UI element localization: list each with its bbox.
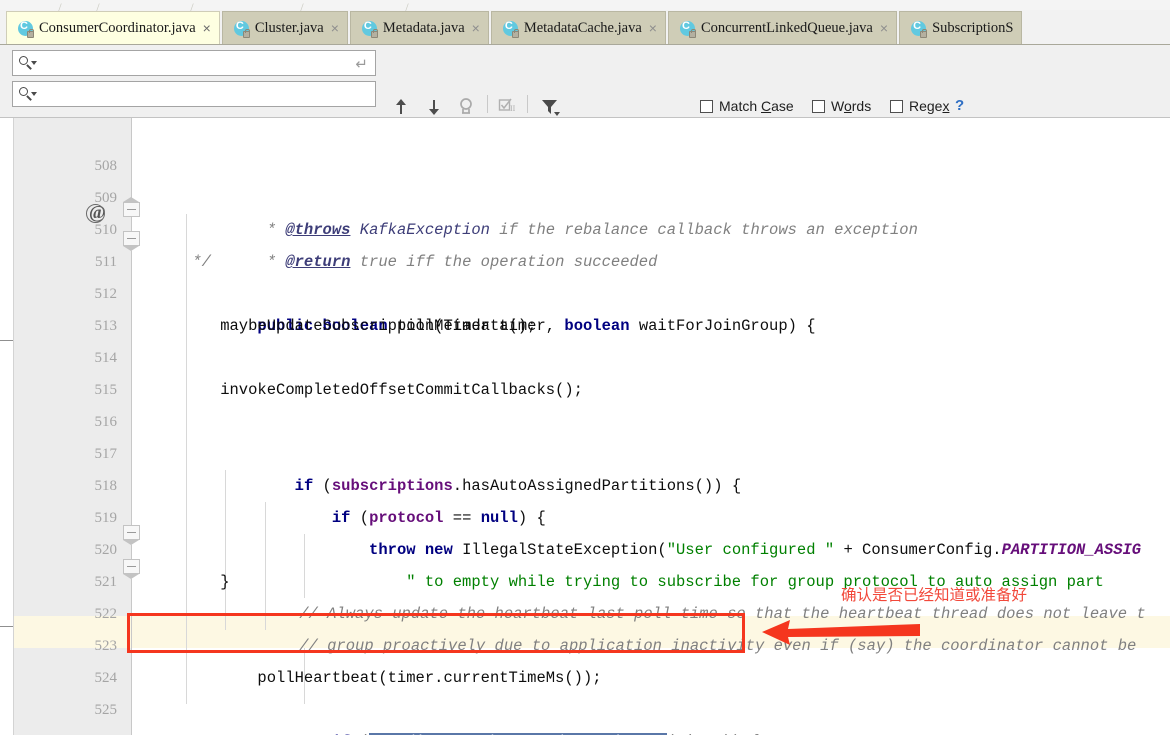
tab-metadata-java[interactable]: C Metadata.java × bbox=[349, 11, 489, 44]
close-icon[interactable]: × bbox=[649, 21, 657, 35]
find-next-button[interactable] bbox=[421, 94, 447, 120]
code-line-519[interactable]: 519 " to empty while trying to subscribe… bbox=[0, 470, 1170, 591]
code-line-511[interactable]: 511 public boolean poll(Timer timer, boo… bbox=[0, 214, 1170, 335]
words-label: Words bbox=[831, 98, 872, 114]
code-line-520[interactable]: 520 } bbox=[0, 502, 1170, 591]
tab-concurrentlinkedqueue-java[interactable]: C ConcurrentLinkedQueue.java × bbox=[667, 11, 898, 44]
close-icon[interactable]: × bbox=[331, 21, 339, 35]
match-case-label: Match Case bbox=[719, 98, 794, 114]
replace-input[interactable] bbox=[39, 86, 375, 102]
magnifier-select-all-icon bbox=[460, 98, 472, 114]
panel-divider bbox=[0, 44, 1170, 45]
regex-checkbox[interactable]: Regex bbox=[890, 98, 949, 114]
tab-label: MetadataCache.java bbox=[523, 19, 642, 36]
tab-label: ConsumerCoordinator.java bbox=[39, 19, 196, 36]
close-icon[interactable]: × bbox=[880, 21, 888, 35]
filter-icon bbox=[542, 100, 560, 116]
toolbar-separator bbox=[527, 95, 528, 113]
enter-return-icon[interactable]: ↵ bbox=[355, 55, 368, 73]
close-icon[interactable]: × bbox=[472, 21, 480, 35]
checkbox-icon[interactable] bbox=[812, 99, 825, 113]
checkbox-icon[interactable] bbox=[700, 99, 713, 113]
code-line-521[interactable]: 521 // Always update the heartbeat last … bbox=[0, 534, 1170, 623]
code-editor[interactable]: @ 508 * @throws KafkaException if the re… bbox=[0, 118, 1170, 735]
tab-label: ConcurrentLinkedQueue.java bbox=[700, 19, 873, 36]
arrow-up-icon bbox=[395, 98, 407, 116]
tab-bar-top-strip bbox=[0, 0, 1170, 10]
find-previous-button[interactable] bbox=[388, 94, 414, 120]
svg-text:II: II bbox=[510, 104, 516, 113]
code-line-526[interactable]: 526 } bbox=[0, 694, 1170, 735]
java-class-icon: C bbox=[679, 20, 696, 38]
java-class-icon: C bbox=[361, 20, 378, 38]
java-class-icon: C bbox=[17, 20, 34, 38]
java-class-icon: C bbox=[233, 20, 250, 38]
code-line-513[interactable]: 513 bbox=[0, 278, 1170, 334]
match-case-checkbox[interactable]: Match Case bbox=[700, 98, 794, 114]
checkbox-icon[interactable] bbox=[890, 99, 903, 113]
editor-window: / / / / / C ConsumerCoordinator.java × C… bbox=[0, 0, 1170, 735]
code-line-515[interactable]: 515 bbox=[0, 342, 1170, 398]
search-icon[interactable] bbox=[17, 53, 39, 73]
annotation-note-text: 确认是否已经知道或准备好 bbox=[841, 587, 1028, 604]
close-icon[interactable]: × bbox=[203, 21, 211, 35]
code-line-509[interactable]: 509 * @return true iff the operation suc… bbox=[0, 150, 1170, 271]
tab-strip: C ConsumerCoordinator.java × C Cluster.j… bbox=[6, 11, 1024, 44]
code-line-518[interactable]: 518 throw new IllegalStateException("Use… bbox=[0, 438, 1170, 559]
code-line-525[interactable]: 525 return false; bbox=[0, 662, 1170, 718]
left-arrow-annotation-icon bbox=[762, 620, 920, 645]
checkbox-column-icon: II bbox=[498, 98, 516, 113]
search-field-wrapper[interactable]: ↵ bbox=[12, 50, 376, 76]
tab-label: SubscriptionS bbox=[932, 19, 1014, 36]
toolbar-separator bbox=[487, 95, 488, 113]
code-line-516[interactable]: 516 if (subscriptions.hasAutoAssignedPar… bbox=[0, 374, 1170, 495]
regex-label: Regex bbox=[909, 98, 950, 114]
help-question-icon[interactable]: ? bbox=[955, 97, 964, 114]
select-all-occurrences-button[interactable] bbox=[454, 94, 480, 120]
find-replace-panel: ↵ II Match Case Words Regex ? bbox=[0, 44, 1170, 153]
filter-button[interactable] bbox=[537, 94, 563, 120]
arrow-down-icon bbox=[428, 98, 440, 116]
replace-field-wrapper[interactable] bbox=[12, 81, 376, 107]
java-class-icon: C bbox=[502, 20, 519, 38]
code-line-517[interactable]: 517 if (protocol == null) { bbox=[0, 406, 1170, 527]
code-line-508[interactable]: 508 * @throws KafkaException if the reba… bbox=[0, 118, 1170, 239]
editor-tab-bar: / / / / / C ConsumerCoordinator.java × C… bbox=[0, 0, 1170, 44]
code-line-512[interactable]: 512 maybeUpdateSubscriptionMetadata(); bbox=[0, 246, 1170, 335]
tab-subscriptionstate-java[interactable]: C SubscriptionS bbox=[899, 11, 1023, 44]
tab-label: Cluster.java bbox=[254, 19, 324, 36]
tab-metadatacache-java[interactable]: C MetadataCache.java × bbox=[490, 11, 666, 44]
code-line-524[interactable]: 524 if (coordinatorUnknownAndUnreadySync… bbox=[0, 630, 1170, 735]
tab-cluster-java[interactable]: C Cluster.java × bbox=[221, 11, 348, 44]
code-line-514[interactable]: 514 invokeCompletedOffsetCommitCallbacks… bbox=[0, 310, 1170, 399]
search-input[interactable] bbox=[39, 55, 375, 71]
code-line-510[interactable]: 510 */ bbox=[0, 182, 1170, 271]
java-class-icon: C bbox=[910, 20, 928, 38]
code-line-527[interactable]: 527 bbox=[0, 726, 1170, 735]
toggle-selection-button[interactable]: II bbox=[495, 94, 521, 120]
search-icon[interactable] bbox=[17, 84, 39, 104]
tab-label: Metadata.java bbox=[382, 19, 465, 36]
tab-consumercoordinator-java[interactable]: C ConsumerCoordinator.java × bbox=[6, 11, 220, 44]
words-checkbox[interactable]: Words bbox=[812, 98, 871, 114]
